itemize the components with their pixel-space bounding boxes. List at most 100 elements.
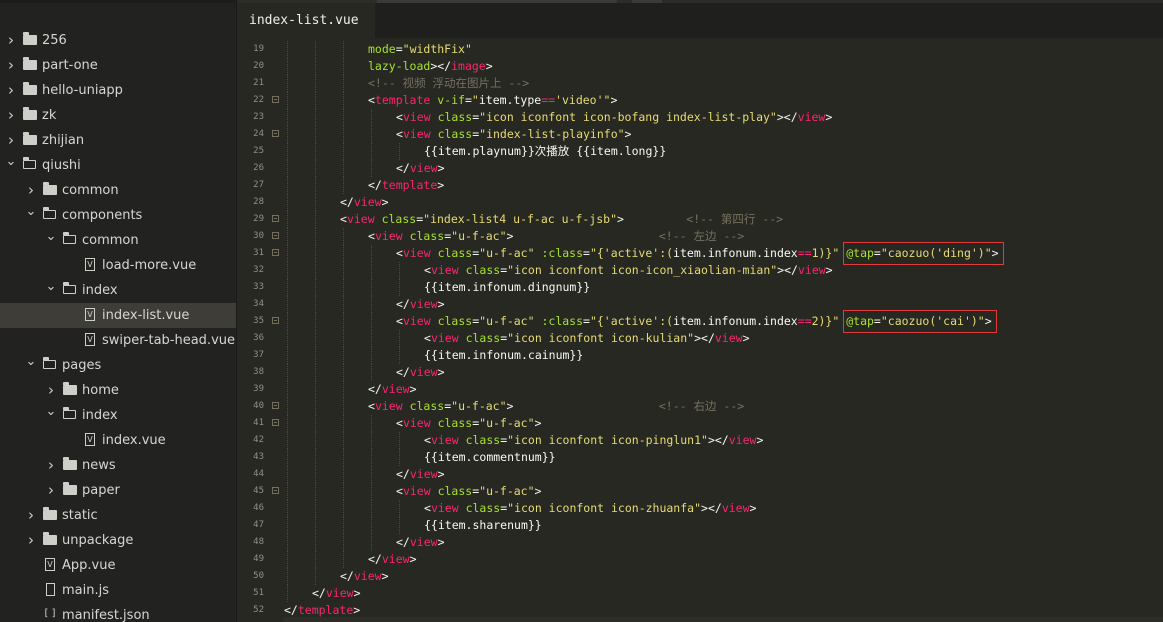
code-editor[interactable]: 19 mode="widthFix" 20 lazy-load></image> 21 <…: [237, 38, 1163, 622]
fold-toggle-icon[interactable]: [272, 130, 279, 137]
chevron-right-icon[interactable]: ›: [25, 528, 37, 553]
token-tag: view: [353, 569, 382, 583]
code-line[interactable]: 44 </view>: [237, 466, 1163, 483]
code-line[interactable]: 37 {{item.infonum.cainum}}: [237, 347, 1163, 364]
chevron-right-icon[interactable]: ›: [5, 53, 17, 78]
chevron-right-icon[interactable]: ›: [25, 178, 37, 203]
tree-item-load-more-vue[interactable]: Vload-more.vue: [0, 253, 236, 278]
tree-item-home[interactable]: › home: [0, 378, 236, 403]
code-line[interactable]: 30 <view class="u-f-ac"> <!-- 左边 -->: [237, 228, 1163, 245]
line-number: 33: [253, 282, 264, 292]
code-line[interactable]: 23 <view class="icon iconfont icon-bofang…: [237, 109, 1163, 126]
tree-item-unpackage[interactable]: › unpackage: [0, 528, 236, 553]
indent-guide: [287, 534, 288, 551]
fold-toggle-icon[interactable]: [272, 232, 279, 239]
token-com: <!-- 第四行 -->: [686, 212, 784, 226]
code-line[interactable]: 28 </view>: [237, 194, 1163, 211]
code-line[interactable]: 51 </view>: [237, 585, 1163, 602]
vue-file-icon: V: [85, 433, 95, 446]
code-line[interactable]: 48 </view>: [237, 534, 1163, 551]
chevron-right-icon[interactable]: ›: [5, 103, 17, 128]
fold-toggle-icon[interactable]: [272, 249, 279, 256]
code-line[interactable]: 29 <view class="index-list4 u-f-ac u-f-js…: [237, 211, 1163, 228]
code-text: </view>: [340, 194, 389, 211]
fold-toggle-icon[interactable]: [272, 317, 279, 324]
code-line[interactable]: 31 <view class="u-f-ac" :class="{'active'…: [237, 242, 1163, 265]
tree-item-part-one[interactable]: › part-one: [0, 53, 236, 78]
code-text: {{item.infonum.dingnum}}: [424, 279, 590, 296]
code-line[interactable]: 21 <!-- 视频 浮动在图片上 -->: [237, 75, 1163, 92]
tab-index-list-vue[interactable]: index-list.vue: [237, 3, 375, 38]
chevron-right-icon[interactable]: ›: [45, 453, 57, 478]
tree-item-common[interactable]: › common: [0, 178, 236, 203]
code-line[interactable]: 43 {{item.commentnum}}: [237, 449, 1163, 466]
code-line[interactable]: 20 lazy-load></image>: [237, 58, 1163, 75]
code-line[interactable]: 46 <view class="icon iconfont icon-zhuanf…: [237, 500, 1163, 517]
code-line[interactable]: 41 <view class="u-f-ac">: [237, 415, 1163, 432]
tree-item-app-vue[interactable]: V App.vue: [0, 553, 236, 578]
fold-toggle-icon[interactable]: [272, 402, 279, 409]
code-line[interactable]: 34 </view>: [237, 296, 1163, 313]
code-line[interactable]: 49 </view>: [237, 551, 1163, 568]
tree-item-256[interactable]: › 256: [0, 28, 236, 53]
tree-item-static[interactable]: › static: [0, 503, 236, 528]
tree-item-zhijian[interactable]: › zhijian: [0, 128, 236, 153]
tree-item-main-js[interactable]: main.js: [0, 578, 236, 603]
tree-item-common[interactable]: ⌄ common: [0, 228, 236, 253]
chevron-right-icon[interactable]: ›: [5, 28, 17, 53]
code-line[interactable]: 38 </view>: [237, 364, 1163, 381]
horizontal-scrollbar[interactable]: [283, 617, 1163, 622]
tree-item-paper[interactable]: › paper: [0, 478, 236, 503]
code-line[interactable]: 19 mode="widthFix": [237, 41, 1163, 58]
tree-item-components[interactable]: ⌄ components: [0, 203, 236, 228]
indent-guide: [287, 313, 288, 330]
chevron-right-icon[interactable]: ›: [45, 478, 57, 503]
code-line[interactable]: 50 </view>: [237, 568, 1163, 585]
tree-item-index[interactable]: ⌄ index: [0, 403, 236, 428]
code-line[interactable]: 22 <template v-if="item.type=='video'">: [237, 92, 1163, 109]
chevron-right-icon[interactable]: ›: [45, 378, 57, 403]
tree-item-manifest-json[interactable]: [ ] manifest.json: [0, 603, 236, 622]
tree-item-pages[interactable]: ⌄ pages: [0, 353, 236, 378]
chevron-right-icon[interactable]: ›: [5, 128, 17, 153]
code-line[interactable]: 25 {{item.playnum}}次播放 {{item.long}}: [237, 143, 1163, 160]
tree-item-swiper-tab-head-vue[interactable]: Vswiper-tab-head.vue: [0, 328, 236, 353]
line-number: 34: [253, 299, 264, 309]
chevron-down-icon[interactable]: ⌄: [25, 203, 37, 220]
fold-toggle-icon[interactable]: [272, 215, 279, 222]
token-pun: >: [701, 501, 708, 515]
tree-item-hello-uniapp[interactable]: › hello-uniapp: [0, 78, 236, 103]
code-line[interactable]: 26 </view>: [237, 160, 1163, 177]
code-line[interactable]: 24 <view class="index-list-playinfo">: [237, 126, 1163, 143]
chevron-down-icon[interactable]: ⌄: [45, 403, 57, 420]
chevron-right-icon[interactable]: ›: [25, 503, 37, 528]
token-tag: view: [325, 586, 354, 600]
chevron-down-icon[interactable]: ⌄: [45, 278, 57, 295]
code-line[interactable]: 45 <view class="u-f-ac">: [237, 483, 1163, 500]
tree-item-index-list-vue[interactable]: Vindex-list.vue: [0, 303, 236, 328]
token-pun: </: [396, 467, 410, 481]
tree-item-label: index-list.vue: [102, 308, 190, 323]
code-line[interactable]: 32 <view class="icon iconfont icon-icon_x…: [237, 262, 1163, 279]
tree-item-qiushi[interactable]: ⌄ qiushi: [0, 153, 236, 178]
code-line[interactable]: 42 <view class="icon iconfont icon-pinglu…: [237, 432, 1163, 449]
code-line[interactable]: 36 <view class="icon iconfont icon-kulian…: [237, 330, 1163, 347]
tree-item-index[interactable]: ⌄ index: [0, 278, 236, 303]
fold-toggle-icon[interactable]: [272, 487, 279, 494]
tree-item-index-vue[interactable]: Vindex.vue: [0, 428, 236, 453]
fold-toggle-icon[interactable]: [272, 419, 279, 426]
code-line[interactable]: 33 {{item.infonum.dingnum}}: [237, 279, 1163, 296]
code-line[interactable]: 40 <view class="u-f-ac"> <!-- 右边 -->: [237, 398, 1163, 415]
chevron-down-icon[interactable]: ⌄: [5, 153, 17, 170]
code-line[interactable]: 27 </template>: [237, 177, 1163, 194]
chevron-down-icon[interactable]: ⌄: [45, 228, 57, 245]
fold-toggle-icon[interactable]: [272, 96, 279, 103]
indent-guide: [287, 160, 288, 177]
chevron-down-icon[interactable]: ⌄: [25, 353, 37, 370]
code-line[interactable]: 35 <view class="u-f-ac" :class="{'active'…: [237, 310, 1163, 333]
tree-item-news[interactable]: › news: [0, 453, 236, 478]
code-line[interactable]: 47 {{item.sharenum}}: [237, 517, 1163, 534]
chevron-right-icon[interactable]: ›: [5, 78, 17, 103]
code-line[interactable]: 39 </view>: [237, 381, 1163, 398]
tree-item-zk[interactable]: › zk: [0, 103, 236, 128]
